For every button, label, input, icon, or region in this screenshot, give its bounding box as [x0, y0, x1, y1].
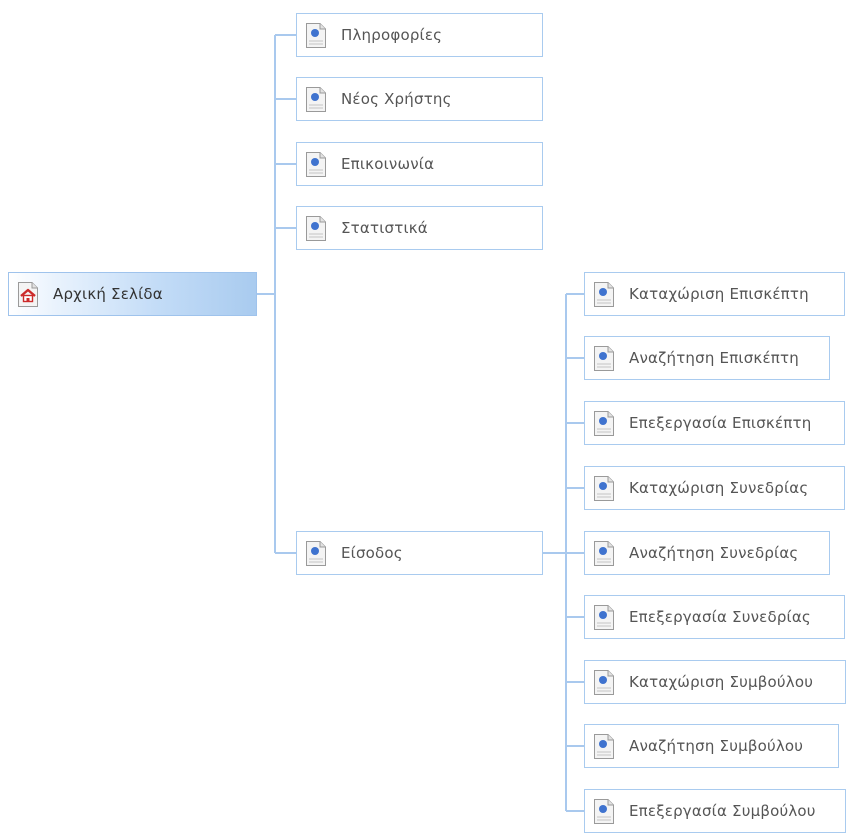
- node-session-search[interactable]: Αναζήτηση Συνεδρίας: [584, 531, 830, 575]
- node-label: Πληροφορίες: [341, 26, 443, 44]
- node-advisor-register[interactable]: Καταχώριση Συμβούλου: [584, 660, 846, 704]
- node-label: Αναζήτηση Επισκέπτη: [629, 349, 799, 367]
- node-statistics[interactable]: Στατιστικά: [296, 206, 543, 250]
- node-label: Επεξεργασία Συνεδρίας: [629, 608, 811, 626]
- node-label: Αναζήτηση Συμβούλου: [629, 737, 804, 755]
- page-icon: [594, 411, 614, 436]
- node-label: Αναζήτηση Συνεδρίας: [629, 544, 799, 562]
- node-contact[interactable]: Επικοινωνία: [296, 142, 543, 186]
- page-icon: [306, 87, 326, 112]
- node-label: Επεξεργασία Συμβούλου: [629, 802, 816, 820]
- home-page-icon: [18, 282, 38, 307]
- node-login[interactable]: Είσοδος: [296, 531, 543, 575]
- node-label: Στατιστικά: [341, 219, 428, 237]
- node-advisor-edit[interactable]: Επεξεργασία Συμβούλου: [584, 789, 846, 833]
- node-label: Είσοδος: [341, 544, 403, 562]
- page-icon: [594, 605, 614, 630]
- page-icon: [306, 23, 326, 48]
- page-icon: [306, 541, 326, 566]
- page-icon: [594, 541, 614, 566]
- node-home-page[interactable]: Αρχική Σελίδα: [8, 272, 257, 316]
- page-icon: [594, 346, 614, 371]
- node-label: Καταχώριση Συνεδρίας: [629, 479, 809, 497]
- node-session-register[interactable]: Καταχώριση Συνεδρίας: [584, 466, 845, 510]
- page-icon: [594, 734, 614, 759]
- node-visitor-search[interactable]: Αναζήτηση Επισκέπτη: [584, 336, 830, 380]
- node-advisor-search[interactable]: Αναζήτηση Συμβούλου: [584, 724, 839, 768]
- page-icon: [594, 282, 614, 307]
- node-visitor-edit[interactable]: Επεξεργασία Επισκέπτη: [584, 401, 845, 445]
- node-new-user[interactable]: Νέος Χρήστης: [296, 77, 543, 121]
- node-label: Νέος Χρήστης: [341, 90, 452, 108]
- node-session-edit[interactable]: Επεξεργασία Συνεδρίας: [584, 595, 845, 639]
- node-label: Επεξεργασία Επισκέπτη: [629, 414, 812, 432]
- node-label: Καταχώριση Επισκέπτη: [629, 285, 809, 303]
- page-icon: [594, 799, 614, 824]
- node-label: Επικοινωνία: [341, 155, 435, 173]
- node-info[interactable]: Πληροφορίες: [296, 13, 543, 57]
- node-visitor-register[interactable]: Καταχώριση Επισκέπτη: [584, 272, 845, 316]
- page-icon: [306, 152, 326, 177]
- page-icon: [594, 476, 614, 501]
- node-label: Καταχώριση Συμβούλου: [629, 673, 814, 691]
- page-icon: [306, 216, 326, 241]
- node-label: Αρχική Σελίδα: [53, 285, 163, 303]
- page-icon: [594, 670, 614, 695]
